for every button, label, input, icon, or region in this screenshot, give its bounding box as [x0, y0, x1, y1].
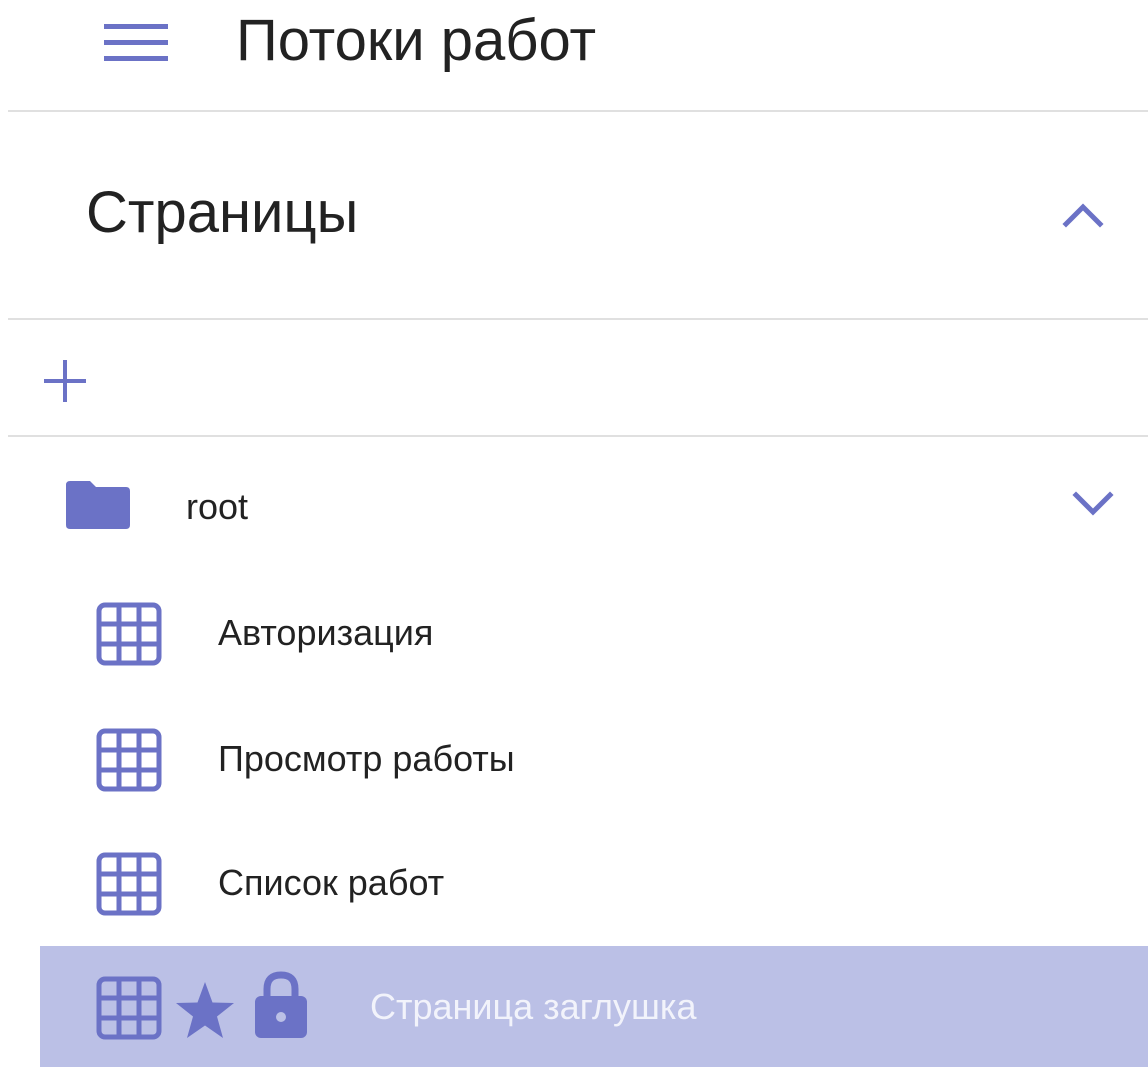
tree-item-label: Страница заглушка	[370, 986, 697, 1027]
grid-icon	[96, 728, 162, 792]
plus-icon[interactable]	[40, 356, 90, 406]
tree-item-label: Просмотр работы	[218, 738, 515, 779]
folder-icon	[66, 481, 130, 529]
grid-icon	[96, 976, 162, 1040]
tree-item-label: Список работ	[218, 862, 445, 903]
divider	[8, 110, 1148, 112]
tree-item-label: Авторизация	[218, 612, 434, 653]
divider	[8, 318, 1148, 320]
tree-item-page-selected[interactable]: Страница заглушка	[40, 946, 1148, 1067]
chevron-up-icon[interactable]	[1060, 196, 1106, 232]
page-title: Потоки работ	[236, 8, 597, 73]
tree-folder-root[interactable]: root	[0, 460, 1148, 556]
grid-icon	[96, 852, 162, 916]
grid-icon	[96, 602, 162, 666]
tree-item-page[interactable]: Просмотр работы	[40, 698, 1148, 820]
folder-label: root	[186, 486, 249, 527]
tree-item-page[interactable]: Список работ	[40, 822, 1148, 944]
hamburger-menu-icon[interactable]	[104, 24, 168, 62]
app-page: Потоки работ Страницы root Авторизация П…	[0, 0, 1148, 1067]
lock-icon	[255, 971, 307, 1038]
chevron-down-icon[interactable]	[1070, 486, 1116, 522]
header-bar: Потоки работ	[0, 0, 1148, 110]
section-title: Страницы	[86, 180, 359, 245]
divider	[8, 435, 1148, 437]
tree-item-page[interactable]: Авторизация	[40, 572, 1148, 694]
star-icon	[176, 982, 234, 1038]
